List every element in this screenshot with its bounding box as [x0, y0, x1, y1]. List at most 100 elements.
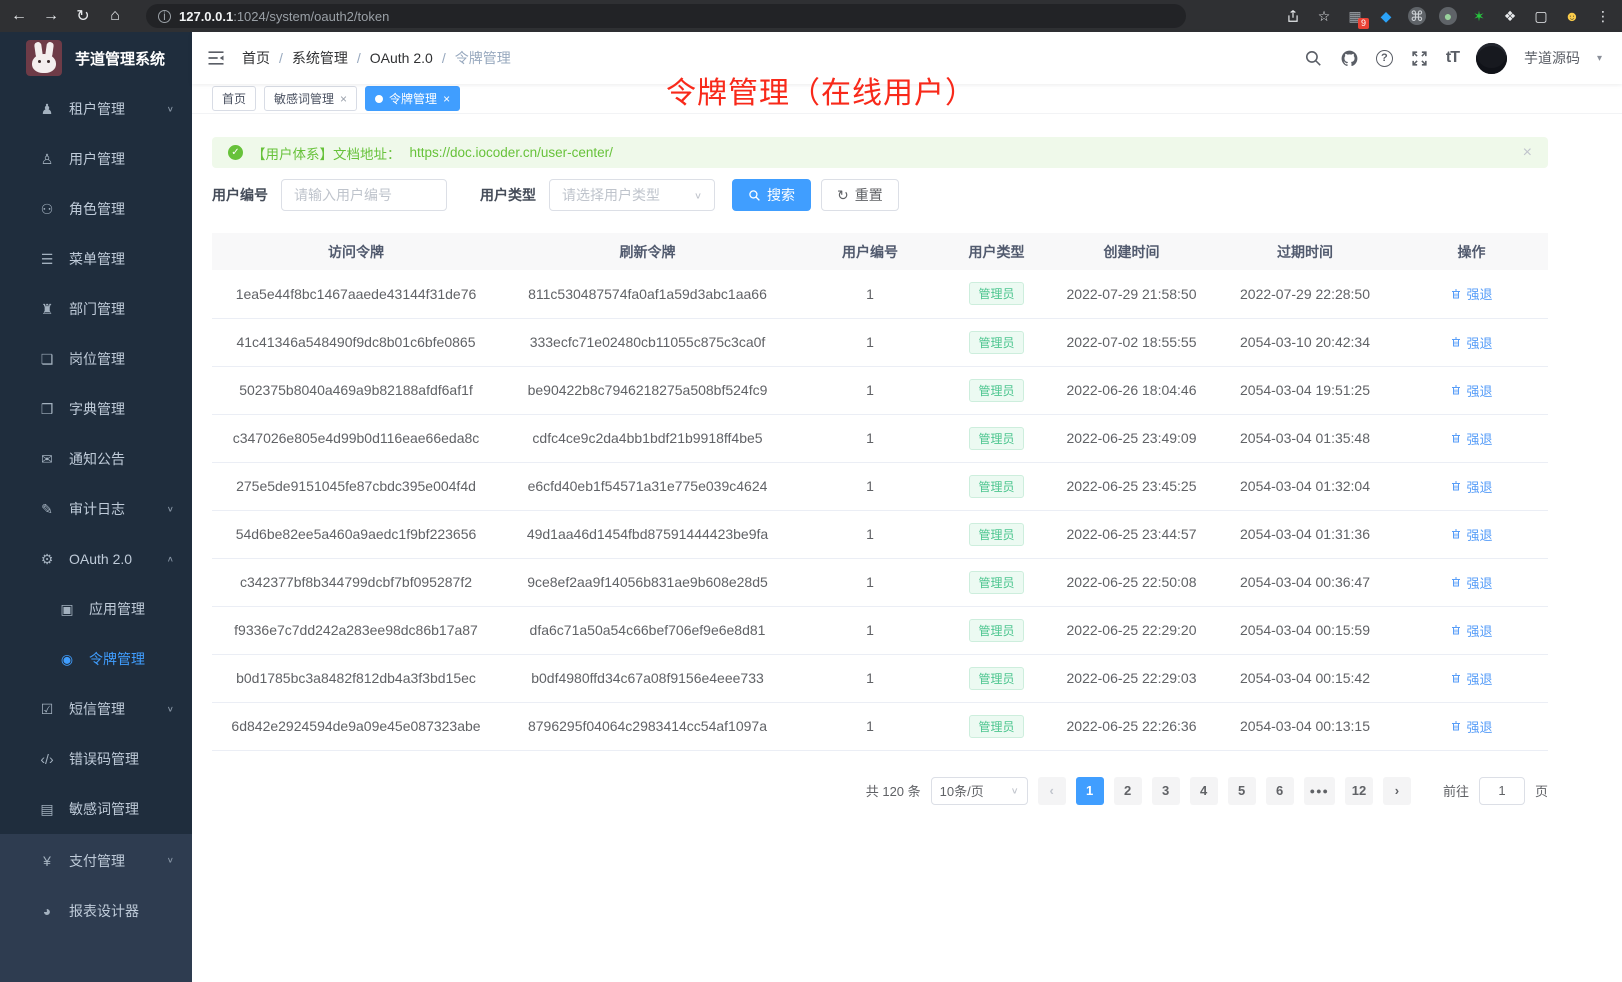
page-button[interactable]: 3	[1152, 777, 1180, 805]
breadcrumb-item[interactable]: OAuth 2.0	[370, 50, 433, 66]
sidebar-item[interactable]: ✉ 通知公告	[0, 434, 192, 484]
browser-menu-icon[interactable]: ⋮	[1594, 7, 1612, 25]
extension-icon[interactable]: ◆	[1377, 7, 1395, 25]
force-logout-label: 强退	[1466, 525, 1492, 544]
search-button[interactable]: 搜索	[732, 179, 811, 211]
sidebar-item[interactable]: ☑ 短信管理 ∨	[0, 684, 192, 734]
fullscreen-icon[interactable]	[1410, 49, 1429, 68]
github-icon[interactable]	[1340, 49, 1359, 68]
browser-back-icon[interactable]: ←	[10, 7, 28, 25]
font-size-icon[interactable]: tT	[1446, 49, 1459, 67]
search-icon[interactable]	[1304, 49, 1323, 68]
share-icon[interactable]	[1284, 7, 1302, 25]
expire-time-cell: 2054-03-04 01:31:36	[1215, 510, 1395, 558]
sidebar-item-label: 报表设计器	[69, 901, 139, 921]
extension-icon[interactable]: ☻	[1563, 7, 1581, 25]
page-button[interactable]: 5	[1228, 777, 1256, 805]
breadcrumb-item[interactable]: 首页	[242, 48, 270, 68]
tag-tab[interactable]: 首页	[212, 86, 256, 111]
prev-page-button[interactable]: ‹	[1038, 777, 1066, 805]
refresh-token-cell: cdfc4ce9c2da4bb1bdf21b9918ff4be5	[500, 414, 795, 462]
browser-home-icon[interactable]: ⌂	[106, 7, 124, 25]
next-page-button[interactable]: ›	[1383, 777, 1411, 805]
force-logout-button[interactable]: 强退	[1450, 573, 1492, 592]
sidebar-item[interactable]: ⚙ OAuth 2.0 ∧	[0, 534, 192, 584]
user-type-badge: 管理员	[969, 619, 1023, 642]
reset-button[interactable]: ↻ 重置	[821, 179, 899, 211]
force-logout-button[interactable]: 强退	[1450, 621, 1492, 640]
tag-close-icon[interactable]: ×	[443, 92, 450, 106]
table-row: 502375b8040a469a9b82188afdf6af1f be90422…	[212, 366, 1548, 414]
force-logout-button[interactable]: 强退	[1450, 381, 1492, 400]
sidebar-item[interactable]: ◕ 报表设计器	[0, 884, 192, 934]
sidebar-item-icon: ♙	[38, 151, 56, 168]
extension-icon[interactable]: ✶	[1470, 7, 1488, 25]
user-type-select[interactable]: 请选择用户类型 ∨	[549, 179, 715, 211]
force-logout-button[interactable]: 强退	[1450, 525, 1492, 544]
goto-page-input[interactable]	[1479, 777, 1525, 805]
extension-icons: ▦ 9 ◆ ⌘ ● ✶	[1346, 7, 1581, 25]
sidebar-item[interactable]: ▤ 敏感词管理	[0, 784, 192, 834]
user-menu-caret-icon[interactable]: ▾	[1597, 53, 1602, 64]
refresh-token-cell: 811c530487574fa0af1a59d3abc1aa66	[500, 270, 795, 318]
site-info-icon[interactable]: i	[158, 10, 171, 23]
sidebar-item[interactable]: ❒ 字典管理	[0, 384, 192, 434]
app-logo[interactable]: 芋道管理系统	[0, 32, 192, 84]
alert-close-icon[interactable]: ×	[1523, 144, 1532, 162]
extension-icon[interactable]: ●	[1439, 7, 1457, 25]
page-button[interactable]: 2	[1114, 777, 1142, 805]
sidebar-item[interactable]: ‹/› 错误码管理	[0, 734, 192, 784]
tag-tab[interactable]: 敏感词管理 ×	[264, 86, 357, 111]
sidebar-item[interactable]: ⚇ 角色管理	[0, 184, 192, 234]
sidebar-item[interactable]: ✎ 审计日志 ∨	[0, 484, 192, 534]
help-icon[interactable]: ?	[1376, 50, 1393, 67]
user-id-input[interactable]	[281, 179, 447, 211]
page-button[interactable]: 12	[1345, 777, 1373, 805]
access-token-cell: 41c41346a548490f9dc8b01c6bfe0865	[212, 318, 500, 366]
breadcrumb-item[interactable]: 系统管理	[292, 48, 348, 68]
sidebar-bottom-section: ¥ 支付管理 ∨ ◕ 报表设计器	[0, 834, 192, 982]
page-size-select[interactable]: 10条/页 ∨	[931, 777, 1028, 805]
tag-tab[interactable]: 令牌管理 ×	[365, 86, 460, 111]
user-name[interactable]: 芋道源码	[1524, 48, 1580, 68]
sidebar-item[interactable]: ❏ 岗位管理	[0, 334, 192, 384]
force-logout-button[interactable]: 强退	[1450, 477, 1492, 496]
extension-icon[interactable]: ⌘	[1408, 7, 1426, 25]
page-button[interactable]: 6	[1266, 777, 1294, 805]
page-button[interactable]: 4	[1190, 777, 1218, 805]
browser-chrome: ← → ↻ ⌂ i 127.0.0.1:1024/system/oauth2/t…	[0, 0, 1622, 32]
force-logout-button[interactable]: 强退	[1450, 669, 1492, 688]
address-bar[interactable]: i 127.0.0.1:1024/system/oauth2/token	[146, 4, 1186, 28]
sidebar-item-icon: ☰	[38, 251, 56, 268]
sidebar-item[interactable]: ◉ 令牌管理	[0, 634, 192, 684]
force-logout-button[interactable]: 强退	[1450, 284, 1492, 303]
table-header-cell: 操作	[1395, 233, 1548, 270]
doc-link[interactable]: https://doc.iocoder.cn/user-center/	[410, 145, 613, 160]
sidebar-item[interactable]: ♟ 租户管理 ∨	[0, 84, 192, 134]
sidebar-item[interactable]: ♜ 部门管理	[0, 284, 192, 334]
user-avatar[interactable]	[1476, 43, 1507, 74]
reset-button-label: 重置	[855, 185, 883, 205]
extension-icon[interactable]: ❖	[1501, 7, 1519, 25]
extension-icon[interactable]: ▢	[1532, 7, 1550, 25]
created-time-cell: 2022-06-25 23:45:25	[1048, 462, 1215, 510]
breadcrumb-item[interactable]: 令牌管理	[455, 48, 511, 68]
page-button[interactable]: ●●●	[1304, 777, 1335, 805]
sidebar-item-icon: ⚇	[38, 201, 56, 218]
force-logout-button[interactable]: 强退	[1450, 717, 1492, 736]
browser-reload-icon[interactable]: ↻	[74, 6, 92, 26]
sidebar-item[interactable]: ¥ 支付管理 ∨	[0, 834, 192, 884]
sidebar-item[interactable]: ▣ 应用管理	[0, 584, 192, 634]
force-logout-button[interactable]: 强退	[1450, 429, 1492, 448]
sidebar-item[interactable]: ☰ 菜单管理	[0, 234, 192, 284]
extension-icon[interactable]: ▦ 9	[1346, 7, 1364, 25]
tag-close-icon[interactable]: ×	[340, 92, 347, 106]
sidebar-item[interactable]: ♙ 用户管理	[0, 134, 192, 184]
action-cell: 强退	[1395, 702, 1548, 750]
force-logout-button[interactable]: 强退	[1450, 333, 1492, 352]
refresh-token-cell: be90422b8c7946218275a508bf524fc9	[500, 366, 795, 414]
page-button[interactable]: 1	[1076, 777, 1104, 805]
bookmark-star-icon[interactable]: ☆	[1315, 7, 1333, 25]
collapse-sidebar-icon[interactable]	[206, 48, 226, 68]
browser-forward-icon[interactable]: →	[42, 7, 60, 25]
